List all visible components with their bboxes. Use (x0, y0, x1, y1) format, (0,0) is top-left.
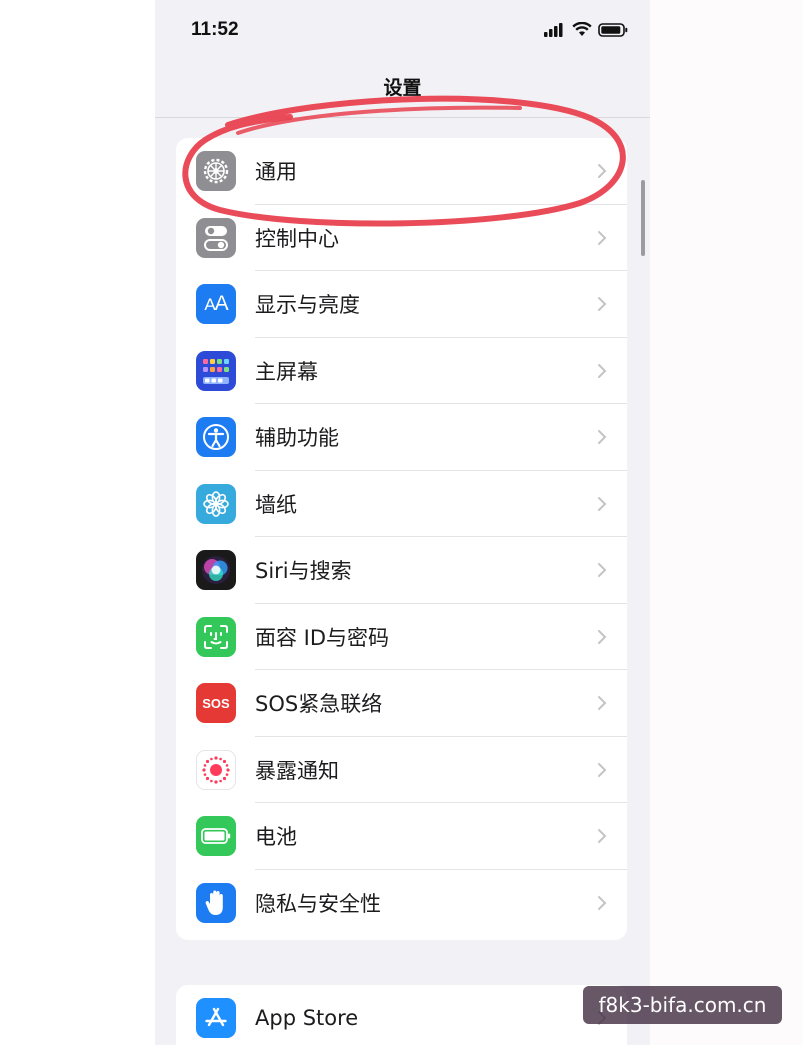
page-title: 设置 (383, 77, 422, 99)
chevron-right-icon (598, 829, 607, 844)
settings-row-siri[interactable]: Siri与搜索 (176, 537, 627, 604)
app-grid-icon (196, 350, 236, 391)
chevron-right-icon (598, 430, 607, 445)
settings-row-label: SOS紧急联络 (255, 692, 383, 717)
siri-icon (196, 550, 236, 591)
chevron-right-icon (598, 563, 607, 578)
watermark: f8k3-bifa.com.cn (583, 986, 782, 1024)
settings-row-label: 面容 ID与密码 (255, 625, 390, 650)
text-size-icon: AA (196, 284, 236, 325)
wifi-icon (572, 22, 592, 36)
settings-row-label: App Store (255, 1006, 359, 1031)
accessibility-icon (196, 417, 236, 458)
status-icons (544, 22, 628, 37)
nav-divider (155, 117, 650, 118)
battery-icon (196, 816, 236, 857)
chevron-right-icon (598, 762, 607, 777)
chevron-right-icon (598, 895, 607, 910)
settings-row-battery[interactable]: 电池 (176, 803, 627, 870)
chevron-right-icon (598, 496, 607, 511)
settings-row-general[interactable]: 通用 (176, 138, 627, 205)
cellular-signal-icon (544, 22, 563, 37)
sos-icon: SOS (196, 683, 236, 724)
settings-row-exposure-notifications[interactable]: 暴露通知 (176, 737, 627, 803)
settings-row-label: Siri与搜索 (255, 559, 352, 584)
sos-icon-text: SOS (202, 695, 230, 711)
scrollbar[interactable] (641, 180, 645, 256)
battery-status-icon (598, 22, 628, 37)
settings-row-app-store[interactable]: App Store (176, 985, 627, 1045)
settings-row-accessibility[interactable]: 辅助功能 (176, 404, 627, 471)
hand-icon (196, 882, 236, 923)
settings-row-label: 主屏幕 (255, 359, 318, 384)
store-group: App Store (176, 985, 627, 1045)
chevron-right-icon (598, 629, 607, 644)
exposure-icon (196, 749, 236, 790)
settings-group: 通用 控制中心 AA 显示与亮度 主屏幕 辅助功能 墙纸 Siri与搜索 面容 … (176, 138, 627, 940)
right-margin (650, 0, 803, 1045)
settings-row-label: 控制中心 (255, 226, 339, 251)
settings-row-emergency-sos[interactable]: SOS SOS紧急联络 (176, 670, 627, 737)
settings-row-wallpaper[interactable]: 墙纸 (176, 471, 627, 537)
settings-screen: 11:52 设置 通用 控制中心 AA 显示与亮度 主屏幕 辅助功能 墙纸 Si… (155, 0, 650, 1045)
settings-row-label: 暴露通知 (255, 758, 339, 783)
settings-row-label: 电池 (255, 825, 297, 850)
settings-row-label: 辅助功能 (255, 426, 339, 451)
settings-row-label: 隐私与安全性 (255, 891, 381, 916)
gear-icon (196, 151, 236, 192)
chevron-right-icon (598, 164, 607, 179)
chevron-right-icon (598, 363, 607, 378)
toggles-icon (196, 217, 236, 258)
settings-row-label: 通用 (255, 160, 297, 185)
settings-row-privacy[interactable]: 隐私与安全性 (176, 870, 627, 937)
chevron-right-icon (598, 230, 607, 245)
settings-row-label: 显示与亮度 (255, 293, 360, 318)
chevron-right-icon (598, 696, 607, 711)
status-time: 11:52 (191, 19, 239, 40)
settings-row-home-screen[interactable]: 主屏幕 (176, 338, 627, 404)
settings-row-control-center[interactable]: 控制中心 (176, 205, 627, 271)
flower-icon (196, 483, 236, 524)
settings-row-face-id[interactable]: 面容 ID与密码 (176, 604, 627, 670)
face-id-icon (196, 616, 236, 657)
status-bar: 11:52 (155, 0, 650, 60)
settings-row-label: 墙纸 (255, 492, 297, 517)
settings-row-display[interactable]: AA 显示与亮度 (176, 271, 627, 338)
left-margin (0, 0, 155, 1045)
app-store-icon (196, 998, 236, 1039)
chevron-right-icon (598, 297, 607, 312)
